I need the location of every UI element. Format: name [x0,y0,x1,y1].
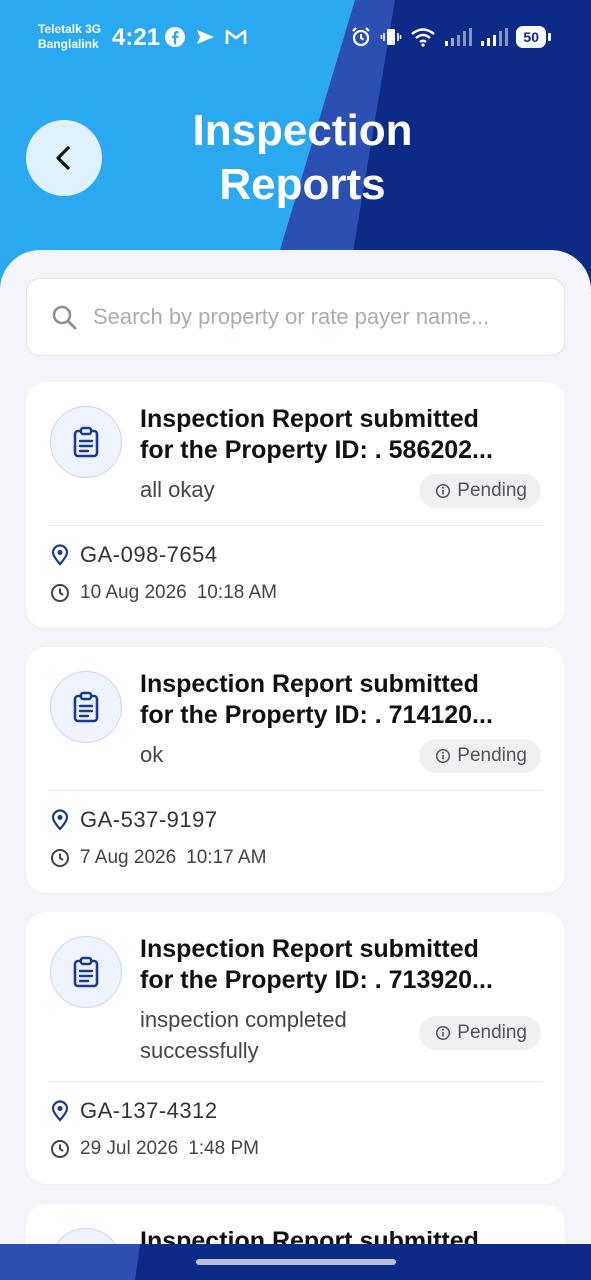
report-card[interactable]: Inspection Report submitted for the Prop… [26,912,565,1184]
property-code-row: GA-098-7654 [50,542,218,568]
location-pin-icon [51,809,69,831]
report-time: 1:48 PM [188,1138,260,1159]
battery-indicator: 50 [516,26,546,48]
info-icon [436,748,451,764]
report-time: 10:17 AM [186,847,267,868]
report-description: inspection completed successfully [140,1007,347,1063]
wifi-icon [411,28,436,47]
back-button[interactable] [26,120,102,196]
status-badge: Pending [419,739,541,773]
card-divider [48,1081,543,1082]
clipboard-icon [73,426,99,458]
datetime-row: 29 Jul 2026 1:48 PM [50,1138,259,1160]
page-title: Inspection Reports [150,104,455,212]
carrier-2: Banglalink [38,37,99,51]
property-code: GA-137-4312 [80,1098,218,1123]
clock-icon [51,849,69,867]
system-status-icons: 50 [350,26,551,48]
status-label: Pending [457,480,527,501]
property-code-row: GA-137-4312 [50,1098,218,1124]
status-badge: Pending [419,474,541,508]
status-badge: Pending [419,1016,541,1050]
report-title-line-1: Inspection Report submitted [140,670,479,698]
report-title-line-2: for the Property ID: . 714120... [140,701,493,729]
notification-icons [164,26,248,48]
home-gesture-handle[interactable] [196,1259,396,1265]
page-title-line-1: Inspection [192,106,413,155]
report-title: Inspection Report submitted for the Prop… [140,669,545,731]
report-description: all okay [140,477,215,502]
clipboard-icon-badge [50,936,122,1008]
clock-icon [51,584,69,602]
report-title-line-1: Inspection Report submitted [140,935,479,963]
datetime-row: 10 Aug 2026 10:18 AM [50,582,277,604]
vibrate-icon [381,29,402,45]
info-icon [436,1025,451,1041]
search-input[interactable] [93,304,533,330]
report-card[interactable]: Inspection Report submitted for the Prop… [26,382,565,628]
clock-icon [51,1140,69,1158]
property-code-row: GA-537-9197 [50,807,218,833]
report-title-line-1: Inspection Report submitted [140,405,479,433]
card-divider [48,790,543,791]
clipboard-icon-badge [50,671,122,743]
signal-icon [481,28,509,46]
battery-tip [548,33,551,41]
gmail-icon [225,29,247,44]
report-date: 29 Jul 2026 [80,1138,179,1159]
status-label: Pending [457,745,527,766]
send-icon [197,30,214,44]
report-title: Inspection Report submitted for the Prop… [140,934,545,996]
clipboard-icon [73,956,99,988]
datetime-row: 7 Aug 2026 10:17 AM [50,847,266,869]
info-icon [436,483,451,499]
carrier-1: Teletalk 3G [38,22,102,36]
report-card[interactable]: Inspection Report submitted for the Prop… [26,647,565,893]
report-title: Inspection Report submitted for the Prop… [140,404,545,466]
location-pin-icon [51,544,69,566]
search-icon [52,305,77,330]
alarm-icon [352,27,371,47]
report-title-line-2: for the Property ID: . 586202... [140,436,493,464]
search-bar[interactable] [26,278,565,356]
carrier-names: Teletalk 3G Banglalink [38,22,101,52]
report-title-line-2: for the Property ID: . 713920... [140,966,493,994]
report-date: 10 Aug 2026 [80,582,187,603]
report-description: ok [140,742,164,767]
chevron-left-icon [56,146,70,170]
status-label: Pending [457,1022,527,1043]
system-navigation-bar [0,1244,591,1280]
clipboard-icon [73,691,99,723]
property-code: GA-098-7654 [80,542,218,567]
report-time: 10:18 AM [196,582,277,603]
status-bar: Teletalk 3G Banglalink 4:21 50 [0,0,591,72]
status-time: 4:21 [112,24,161,51]
facebook-icon [165,27,185,47]
location-pin-icon [51,1100,69,1122]
property-code: GA-537-9197 [80,807,218,832]
page-title-line-2: Reports [219,160,386,209]
signal-icon [445,28,473,46]
card-divider [48,525,543,526]
clipboard-icon-badge [50,406,122,478]
report-date: 7 Aug 2026 [80,847,177,868]
